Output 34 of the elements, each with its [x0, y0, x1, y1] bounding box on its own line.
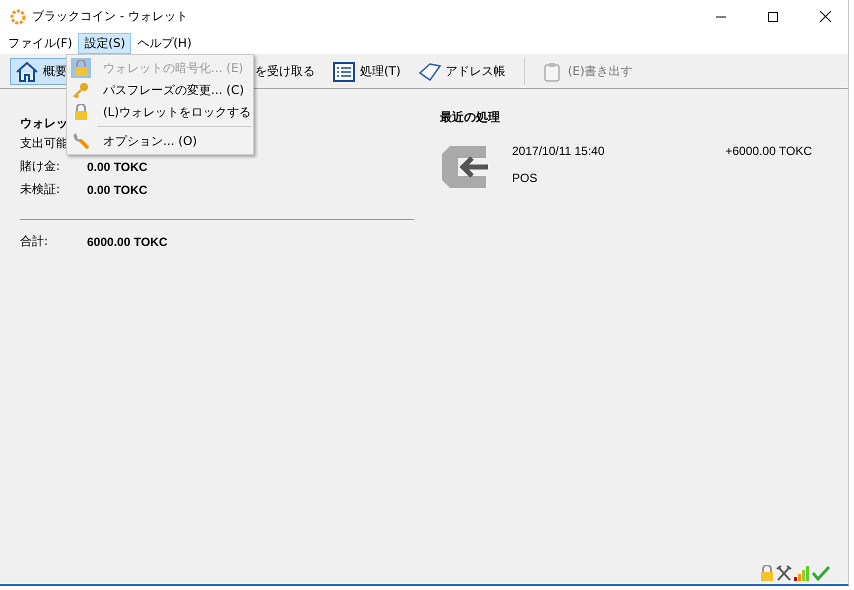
check-icon: [812, 565, 830, 581]
transaction-date: 2017/10/11 15:40: [512, 144, 605, 158]
menu-item[interactable]: 設定(S): [78, 33, 132, 54]
hammers-icon: [776, 565, 792, 581]
balance-label: 賭け金:: [20, 158, 62, 175]
app-logo-icon: [10, 8, 26, 24]
toolbar-button[interactable]: アドレス帳: [412, 58, 512, 85]
menu-option[interactable]: オプション... (O): [67, 130, 253, 152]
book-icon: [418, 62, 441, 80]
total-label: 合計:: [20, 233, 50, 250]
wallet-heading: ウォレッ: [20, 115, 69, 132]
toolbar-button[interactable]: 処理(T): [327, 58, 407, 85]
list-icon: [333, 62, 355, 82]
balance-value: 0.00 TOKC: [87, 182, 148, 196]
balance-label: 未検証:: [20, 181, 62, 198]
recent-heading: 最近の処理: [440, 109, 501, 126]
close-icon: [820, 11, 830, 22]
transaction-amount: +6000.00 TOKC: [725, 144, 812, 158]
wrench-icon: [72, 132, 90, 150]
menu-item[interactable]: ファイル(F): [2, 33, 78, 54]
balance-value: 0.00 TOKC: [87, 160, 148, 174]
menu-item[interactable]: ヘルプ(H): [131, 33, 198, 54]
signal-icon: [794, 565, 810, 581]
key-icon: [73, 82, 89, 98]
transaction-type: POS: [512, 171, 538, 185]
window-title: ブラックコイン - ウォレット: [32, 8, 189, 25]
total-value: 6000.00 TOKC: [87, 234, 168, 248]
lock-icon: [74, 60, 88, 76]
home-icon: [16, 62, 38, 82]
lock-icon: [74, 104, 88, 120]
menu-option[interactable]: (L)ウォレットをロックする: [67, 101, 253, 123]
maximize-icon: [768, 12, 778, 22]
padlock-icon: [760, 565, 774, 581]
incoming-icon: [440, 144, 490, 190]
